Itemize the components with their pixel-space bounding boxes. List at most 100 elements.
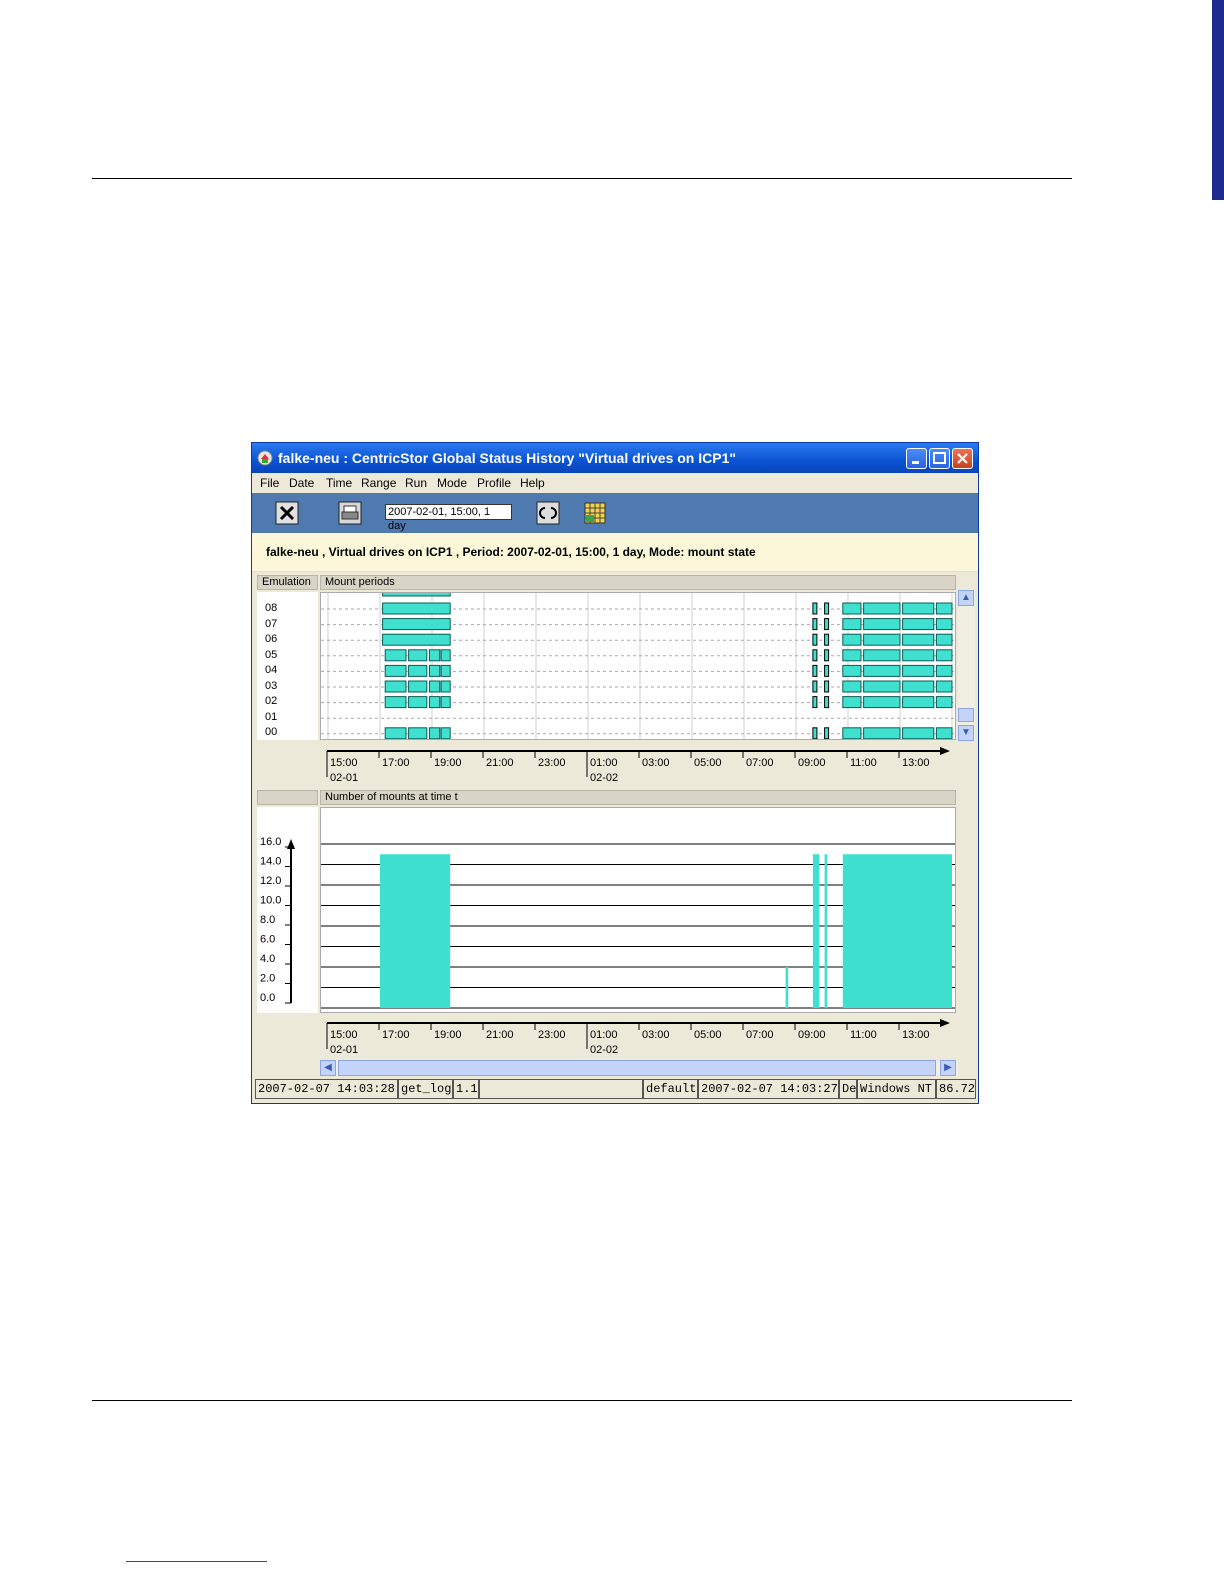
- mount-bar: [440, 696, 451, 709]
- mount-bar: [440, 680, 451, 693]
- minimize-button[interactable]: [906, 448, 927, 469]
- time-tick-label: 05:00: [694, 1029, 722, 1041]
- scroll-right-button[interactable]: ▶: [940, 1060, 956, 1076]
- mount-bar: [863, 664, 901, 677]
- y-tick-label: 12.0: [260, 875, 281, 887]
- mount-bar: [440, 664, 451, 677]
- status-timestamp: 2007-02-07 14:03:28: [255, 1079, 398, 1099]
- menu-help[interactable]: Help: [520, 476, 545, 490]
- window-title: falke-neu : CentricStor Global Status Hi…: [278, 450, 737, 466]
- mount-bar: [902, 664, 935, 677]
- time-tick-label: 23:00: [538, 757, 566, 769]
- refresh-icon[interactable]: [536, 501, 560, 525]
- hscroll-thumb[interactable]: [338, 1060, 936, 1076]
- mount-bar: [384, 664, 407, 677]
- menu-profile[interactable]: Profile: [477, 476, 511, 490]
- mount-bar: [863, 696, 901, 709]
- mount-bar: [812, 680, 818, 693]
- mount-bar: [408, 680, 428, 693]
- row-label: 06: [265, 633, 278, 645]
- mount-bar: [824, 664, 830, 677]
- mount-count-bar: [380, 854, 451, 1008]
- minimize-icon: [912, 461, 919, 464]
- scroll-thumb[interactable]: [958, 708, 974, 722]
- menu-date[interactable]: Date: [289, 476, 314, 490]
- mount-bar: [824, 618, 830, 631]
- date-label: 02-01: [330, 1044, 358, 1056]
- menu-range[interactable]: Range: [361, 476, 396, 490]
- time-tick-label: 07:00: [746, 1029, 774, 1041]
- mount-bar: [902, 602, 935, 615]
- time-tick-label: 09:00: [798, 757, 826, 769]
- mount-bar: [440, 727, 451, 739]
- info-header: falke-neu , Virtual drives on ICP1 , Per…: [252, 533, 978, 572]
- time-tick-label: 17:00: [382, 757, 410, 769]
- mount-bar: [812, 664, 818, 677]
- horizontal-scrollbar[interactable]: ◀ ▶: [320, 1060, 958, 1076]
- mount-bar: [384, 680, 407, 693]
- mount-bar: [902, 680, 935, 693]
- mount-bar: [935, 680, 953, 693]
- mount-bar: [902, 633, 935, 646]
- status-bar: 2007-02-07 14:03:28 get_log 1.1 default …: [252, 1079, 978, 1099]
- print-icon[interactable]: [338, 501, 362, 525]
- mount-periods-svg: [321, 593, 955, 739]
- status-last-update: 2007-02-07 14:03:27: [698, 1079, 839, 1099]
- page-side-tab: [1212, 0, 1224, 200]
- close-icon: [957, 453, 968, 464]
- time-tick-label: 01:00: [590, 1029, 618, 1041]
- mount-periods-plot: [320, 592, 956, 740]
- time-tick-label: 21:00: [486, 1029, 514, 1041]
- mount-bar: [842, 649, 862, 662]
- time-tick-label: 15:00: [330, 757, 358, 769]
- mount-bar: [812, 649, 818, 662]
- row-label: 08: [265, 602, 278, 614]
- mount-bar: [440, 649, 451, 662]
- axis-arrow: [940, 1019, 950, 1027]
- mount-count-chart: [320, 807, 956, 1013]
- row-label: 05: [265, 649, 278, 661]
- row-label: 00: [265, 726, 278, 738]
- mount-bar: [812, 696, 818, 709]
- scroll-left-button[interactable]: ◀: [320, 1060, 336, 1076]
- mount-bar: [824, 696, 830, 709]
- y-axis-panel: 16.0 14.0 12.0 10.0 8.0 6.0 4.0 2.0 0.0: [257, 807, 318, 1013]
- mount-bar: [935, 618, 953, 631]
- time-tick-label: 05:00: [694, 757, 722, 769]
- row-label: 04: [265, 664, 278, 676]
- page-bottom-rule: [92, 1400, 1072, 1401]
- mount-bar: [842, 664, 862, 677]
- period-input[interactable]: 2007-02-01, 15:00, 1 day: [385, 504, 512, 532]
- mount-bar: [842, 618, 862, 631]
- mount-bar: [408, 696, 428, 709]
- mount-bar: [935, 649, 953, 662]
- emulation-list: 08 07 06 05 04 03 02 01 00: [257, 592, 318, 740]
- time-tick-label: 17:00: [382, 1029, 410, 1041]
- status-command: get_log: [398, 1079, 453, 1099]
- mount-periods-header: Mount periods: [320, 575, 956, 590]
- vertical-scrollbar[interactable]: ▲ ▼: [958, 590, 975, 741]
- mount-bar: [824, 602, 830, 615]
- menu-time[interactable]: Time: [326, 476, 352, 490]
- y-tick-label: 16.0: [260, 836, 281, 848]
- footer-link-line: [126, 1561, 267, 1562]
- scroll-down-button[interactable]: ▼: [958, 725, 974, 741]
- title-bar[interactable]: falke-neu : CentricStor Global Status Hi…: [252, 443, 978, 473]
- mount-bar: [384, 696, 407, 709]
- maximize-button[interactable]: [929, 448, 950, 469]
- mount-count-bar: [812, 854, 820, 1008]
- mount-count-svg: [321, 843, 955, 1009]
- scroll-up-button[interactable]: ▲: [958, 590, 974, 606]
- menu-run[interactable]: Run: [405, 476, 427, 490]
- grid-icon[interactable]: [583, 501, 607, 525]
- close-button[interactable]: [952, 448, 973, 469]
- menu-mode[interactable]: Mode: [437, 476, 467, 490]
- mount-bar: [935, 664, 953, 677]
- mount-bar: [842, 633, 862, 646]
- close-x-icon[interactable]: [275, 501, 299, 525]
- menu-file[interactable]: File: [260, 476, 279, 490]
- axis-arrow: [940, 747, 950, 755]
- mount-bar: [824, 727, 830, 739]
- mount-bar: [812, 727, 818, 739]
- time-tick-label: 11:00: [850, 757, 877, 769]
